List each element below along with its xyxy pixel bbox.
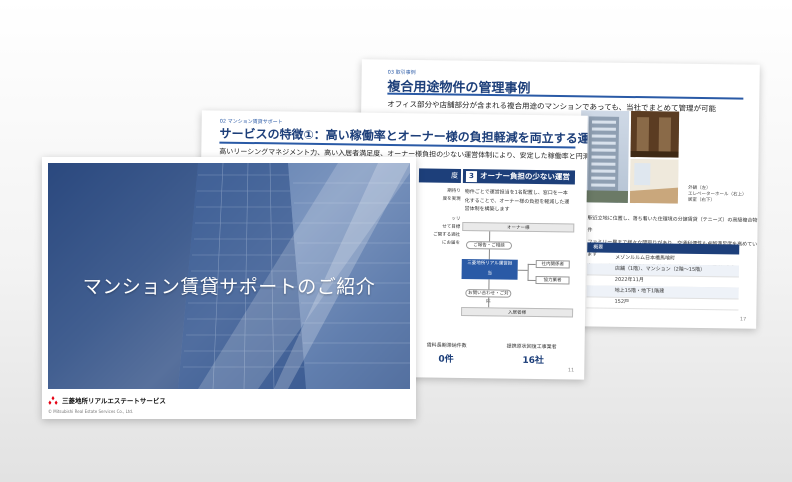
room-photo [629,158,679,204]
feature-column-3: 3 オーナー負担の少ない運営体制 物件ごとで運営担当を1名配置し、窓口を一本化する… [462,168,576,215]
feature-number: 3 [465,171,478,183]
cover-hero-image: マンション賃貸サポートのご紹介 [48,163,410,389]
flow-owner: オーナー様 [462,221,575,233]
company-name: 三菱地所リアルエステートサービス [62,397,166,405]
flow-company: 三菱地所リアル運営担当 [461,258,518,280]
three-diamonds-icon [48,395,58,405]
feature-column-2: 度 期待り 度を実現 ッリ せて目標 ご関する適社 にお届を [418,168,462,248]
operation-flow-diagram: オーナー様 ご報告・ご相談 三菱地所リアル運営担当 社内関係者 協力業者 お問い… [461,221,575,328]
stats-row: 賃料長期滞納件数 0件 提携原状回復工事業者 16社 [427,341,573,366]
company-logo: 三菱地所リアルエステートサービス [48,395,166,405]
column-header: 3 オーナー負担の少ない運営体制 [462,168,576,194]
page-number: 17 [739,316,747,323]
flow-partner: 協力業者 [535,275,570,285]
column-text: 物件ごとで運営担当を1名配置し、窓口を一本化することで、オーナー様の負担を軽減し… [464,188,570,213]
page-number: 11 [567,367,575,374]
cover-title: マンション賃貸サポートのご紹介 [82,276,376,298]
stat-label: 賃料長期滞納件数 [426,342,467,350]
column-text: 期待り 度を実現 ッリ せて目標 ご関する適社 にお届を [433,188,461,246]
stat-value: 0件 [438,354,454,365]
stat-label: 提携原状回復工事業者 [506,343,557,351]
copyright: © Mitsubishi Real Estate Services Co., L… [48,409,134,414]
elevator-hall-photo [630,110,680,158]
flow-internal: 社内関係者 [535,259,570,269]
column-header: 度 [418,168,462,183]
slide-cover: マンション賃貸サポートのご紹介 三菱地所リアルエステートサービス © Mitsu… [42,157,416,419]
table-row: 152戸 [586,296,739,311]
flow-tenant: 入居者様 [461,306,574,318]
stat-value: 16社 [522,355,544,367]
photo-caption: 外観（左） エレベーターホール（右上） 居室（右下） [687,185,747,203]
